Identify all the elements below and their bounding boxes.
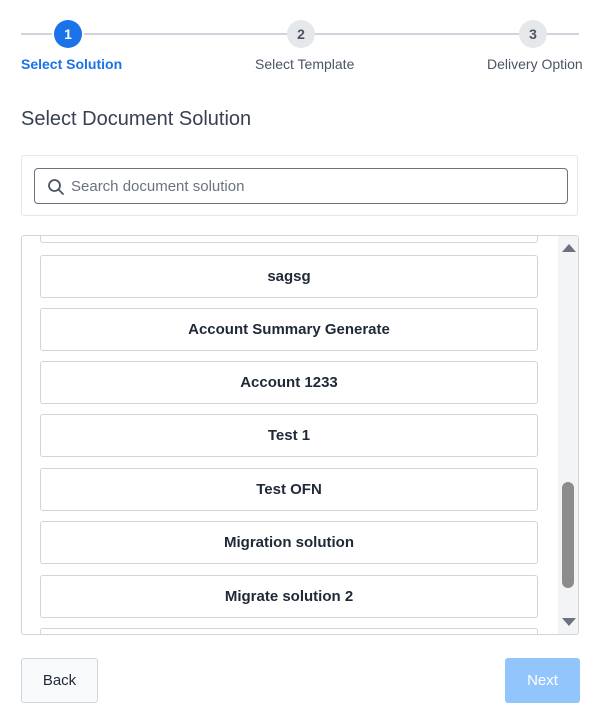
list-item-label: sagsg	[267, 268, 311, 285]
list-item[interactable]	[40, 628, 538, 634]
back-button[interactable]: Back	[21, 658, 98, 703]
scrollbar-thumb[interactable]	[562, 482, 574, 588]
step-2-indicator: 2	[287, 20, 315, 48]
list-item-label: Migrate solution 2	[224, 588, 354, 605]
list-item-label: Test 1	[267, 427, 311, 444]
next-button[interactable]: Next	[505, 658, 580, 703]
step-1-indicator: 1	[54, 20, 82, 48]
list-item-label: Account 1233	[240, 374, 338, 391]
list-item[interactable]: Migration solution	[40, 521, 538, 564]
list-item[interactable]: Test OFN	[40, 468, 538, 511]
list-item[interactable]: Migrate solution 2	[40, 575, 538, 618]
list-item[interactable]: sagsg	[40, 255, 538, 298]
search-input[interactable]	[71, 169, 551, 203]
search-field[interactable]	[34, 168, 568, 204]
step-3-number: 3	[529, 26, 537, 42]
search-card	[21, 155, 578, 216]
list-scrollbar[interactable]	[558, 236, 578, 634]
list-item[interactable]: Test 1	[40, 414, 538, 457]
solution-list[interactable]: sagsg Account Summary Generate Account 1…	[21, 235, 579, 635]
list-item-label: Account Summary Generate	[188, 321, 390, 338]
scroll-up-arrow-icon[interactable]	[562, 244, 576, 252]
step-1-label: Select Solution	[21, 56, 123, 72]
step-3-label: Delivery Option	[487, 56, 583, 72]
list-item[interactable]: Account 1233	[40, 361, 538, 404]
step-2-label: Select Template	[255, 56, 355, 72]
scroll-down-arrow-icon[interactable]	[562, 618, 576, 626]
step-3-indicator: 3	[519, 20, 547, 48]
list-item[interactable]: Account Summary Generate	[40, 308, 538, 351]
step-1-number: 1	[64, 26, 72, 42]
step-2-number: 2	[297, 26, 305, 42]
list-item[interactable]	[40, 236, 538, 243]
list-item-label: Migration solution	[224, 534, 354, 551]
search-icon	[48, 179, 64, 195]
wizard-stepper: 1 Select Solution 2 Select Template 3 De…	[0, 0, 599, 90]
list-item-label: Test OFN	[256, 481, 322, 498]
page-title: Select Document Solution	[21, 108, 252, 130]
